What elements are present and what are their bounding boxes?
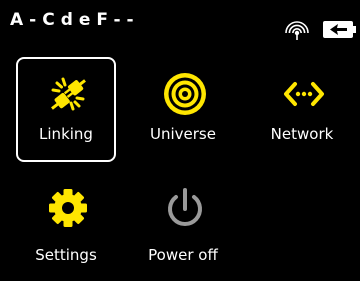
menu-item-power-off[interactable]: Power off [133, 176, 233, 281]
menu-screen: A-CdeF-- Linking Universe Network Settin… [0, 0, 360, 276]
power-icon [168, 188, 202, 226]
menu-item-linking[interactable]: Linking [16, 57, 116, 162]
universe-target-icon [164, 73, 206, 115]
menu-item-label: Network [270, 125, 334, 143]
battery-charging-icon [323, 21, 356, 38]
device-title: A-CdeF-- [10, 10, 140, 30]
menu-item-settings[interactable]: Settings [16, 176, 116, 281]
menu-item-network[interactable]: Network [252, 57, 352, 162]
linking-plug-icon [51, 77, 86, 111]
settings-gear-icon [49, 189, 87, 227]
network-arrows-icon [284, 82, 324, 106]
menu-item-label: Linking [39, 125, 93, 143]
menu-item-label: Settings [35, 246, 97, 264]
wifi-signal-icon [285, 21, 309, 40]
menu-item-label: Power off [148, 246, 218, 264]
menu-item-label: Universe [150, 125, 216, 143]
menu-item-universe[interactable]: Universe [133, 57, 233, 162]
